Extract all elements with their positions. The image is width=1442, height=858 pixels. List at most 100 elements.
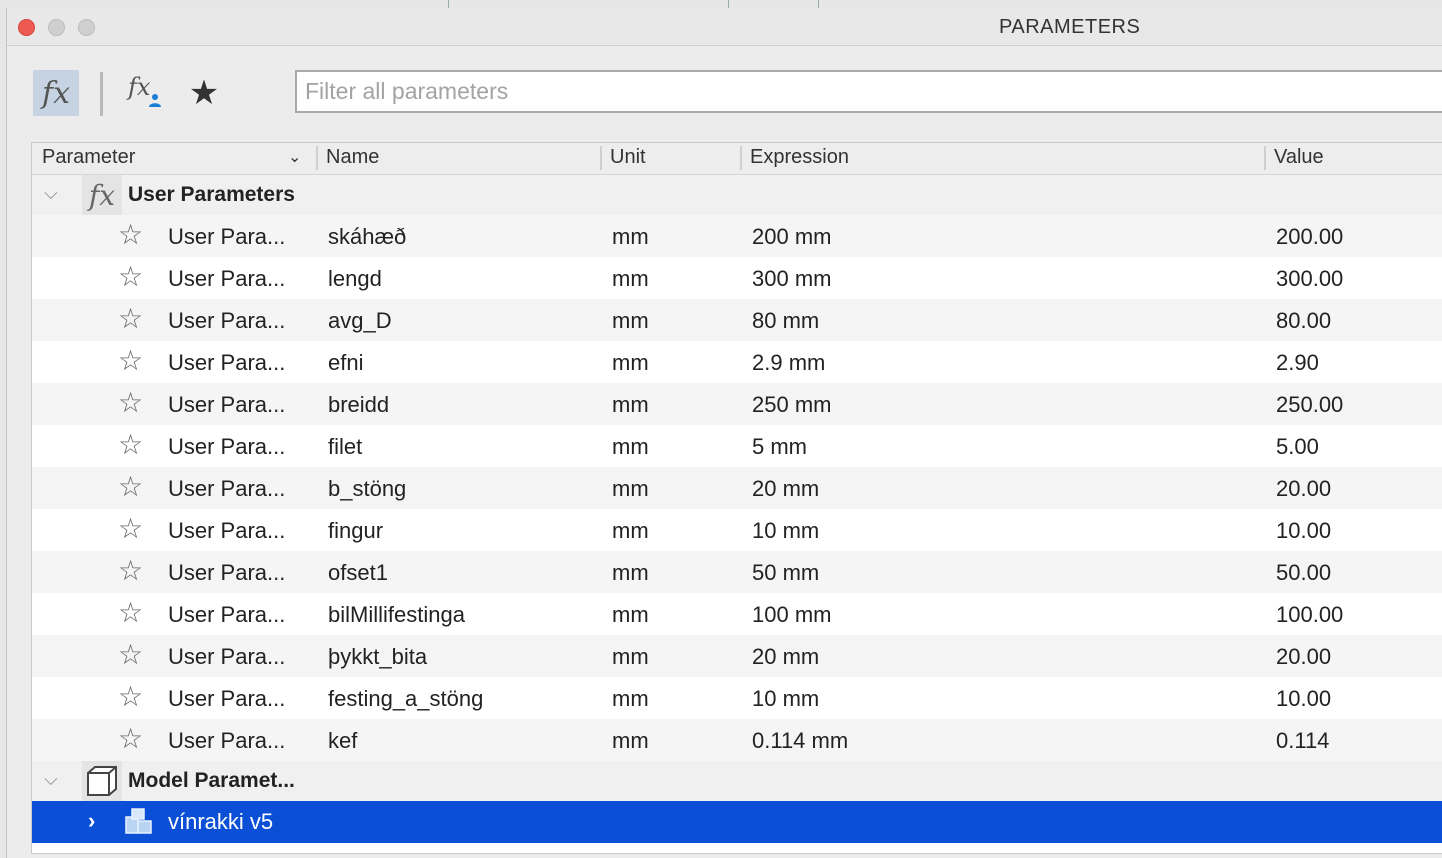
cell-unit[interactable]: mm bbox=[612, 602, 649, 628]
component-icon bbox=[124, 807, 154, 837]
cell-unit[interactable]: mm bbox=[612, 308, 649, 334]
cell-name[interactable]: þykkt_bita bbox=[328, 644, 427, 670]
cell-expression[interactable]: 20 mm bbox=[752, 644, 819, 670]
table-row[interactable]: ☆ User Para... avg_D mm 80 mm 80.00 bbox=[32, 299, 1442, 341]
favorite-star-icon[interactable]: ☆ bbox=[118, 473, 143, 501]
cell-name[interactable]: bilMillifestinga bbox=[328, 602, 465, 628]
cell-name[interactable]: avg_D bbox=[328, 308, 392, 334]
table-row[interactable]: ☆ User Para... kef mm 0.114 mm 0.114 bbox=[32, 719, 1442, 761]
minimize-window-button[interactable] bbox=[48, 19, 65, 36]
cell-expression[interactable]: 10 mm bbox=[752, 686, 819, 712]
cell-expression[interactable]: 0.114 mm bbox=[752, 728, 848, 754]
table-row[interactable]: ☆ User Para... fingur mm 10 mm 10.00 bbox=[32, 509, 1442, 551]
favorite-star-icon[interactable]: ☆ bbox=[118, 305, 143, 333]
cell-unit[interactable]: mm bbox=[612, 434, 649, 460]
cell-unit[interactable]: mm bbox=[612, 560, 649, 586]
cell-expression[interactable]: 2.9 mm bbox=[752, 350, 825, 376]
user-parameters-group[interactable]: ⌵ fx User Parameters bbox=[32, 175, 1442, 215]
favorite-star-icon[interactable]: ☆ bbox=[118, 347, 143, 375]
component-label: vínrakki v5 bbox=[168, 809, 274, 834]
cell-value: 300.00 bbox=[1276, 266, 1344, 291]
table-row[interactable]: ☆ User Para... bilMillifestinga mm 100 mm 100… bbox=[32, 593, 1442, 635]
cell-expression[interactable]: 80 mm bbox=[752, 308, 819, 334]
table-header: Parameter ⌄ Name Unit Expression Value bbox=[32, 143, 1442, 175]
cell-value: 20.00 bbox=[1276, 476, 1332, 501]
cell-unit[interactable]: mm bbox=[612, 686, 649, 712]
cell-name[interactable]: breidd bbox=[328, 392, 389, 418]
table-row[interactable]: ☆ User Para... festing_a_stöng mm 10 mm 10.00 bbox=[32, 677, 1442, 719]
column-header-expression[interactable]: Expression bbox=[750, 146, 849, 169]
cell-unit[interactable]: mm bbox=[612, 350, 649, 376]
close-window-button[interactable] bbox=[18, 19, 35, 36]
column-header-value[interactable]: Value bbox=[1274, 146, 1324, 169]
cell-name[interactable]: b_stöng bbox=[328, 476, 406, 502]
favorite-star-icon[interactable]: ☆ bbox=[118, 599, 143, 627]
cell-parameter: User Para... bbox=[168, 434, 286, 459]
favorites-filter-button[interactable]: ★ bbox=[181, 70, 227, 116]
cell-name[interactable]: kef bbox=[328, 728, 357, 754]
chevron-right-icon[interactable]: › bbox=[88, 808, 95, 834]
cell-expression[interactable]: 250 mm bbox=[752, 392, 831, 418]
toolbar-divider bbox=[100, 72, 103, 116]
cell-name[interactable]: skáhæð bbox=[328, 224, 406, 250]
cell-expression[interactable]: 10 mm bbox=[752, 518, 819, 544]
cell-name[interactable]: lengd bbox=[328, 266, 382, 292]
filter-parameters-input[interactable] bbox=[295, 70, 1442, 113]
chevron-down-icon[interactable]: ⌵ bbox=[44, 769, 58, 790]
title-bar: PARAMETERS bbox=[7, 8, 1442, 46]
favorite-star-icon[interactable]: ☆ bbox=[118, 263, 143, 291]
zoom-window-button[interactable] bbox=[78, 19, 95, 36]
chevron-down-icon[interactable]: ⌄ bbox=[288, 147, 301, 167]
window-title: PARAMETERS bbox=[999, 16, 1141, 38]
cell-expression[interactable]: 300 mm bbox=[752, 266, 831, 292]
cell-name[interactable]: ofset1 bbox=[328, 560, 388, 586]
column-header-parameter[interactable]: Parameter bbox=[42, 146, 135, 169]
cell-parameter: User Para... bbox=[168, 308, 286, 333]
column-divider[interactable] bbox=[600, 146, 602, 170]
table-row[interactable]: ☆ User Para... skáhæð mm 200 mm 200.00 bbox=[32, 215, 1442, 257]
table-row[interactable]: ☆ User Para... breidd mm 250 mm 250.00 bbox=[32, 383, 1442, 425]
cell-unit[interactable]: mm bbox=[612, 224, 649, 250]
all-parameters-button[interactable]: fx bbox=[33, 70, 79, 116]
chevron-down-icon[interactable]: ⌵ bbox=[44, 183, 58, 204]
table-row[interactable]: ☆ User Para... lengd mm 300 mm 300.00 bbox=[32, 257, 1442, 299]
cell-value: 0.114 bbox=[1276, 728, 1330, 753]
table-row[interactable]: ☆ User Para... efni mm 2.9 mm 2.90 bbox=[32, 341, 1442, 383]
table-row[interactable]: ☆ User Para... b_stöng mm 20 mm 20.00 bbox=[32, 467, 1442, 509]
favorite-star-icon[interactable]: ☆ bbox=[118, 515, 143, 543]
cell-expression[interactable]: 50 mm bbox=[752, 560, 819, 586]
cell-expression[interactable]: 20 mm bbox=[752, 476, 819, 502]
cell-name[interactable]: efni bbox=[328, 350, 363, 376]
cell-expression[interactable]: 5 mm bbox=[752, 434, 807, 460]
cell-unit[interactable]: mm bbox=[612, 476, 649, 502]
favorite-star-icon[interactable]: ☆ bbox=[118, 221, 143, 249]
cell-name[interactable]: fingur bbox=[328, 518, 383, 544]
favorite-star-icon[interactable]: ☆ bbox=[118, 431, 143, 459]
table-row[interactable]: ☆ User Para... filet mm 5 mm 5.00 bbox=[32, 425, 1442, 467]
favorite-star-icon[interactable]: ☆ bbox=[118, 683, 143, 711]
column-divider[interactable] bbox=[1264, 146, 1266, 170]
cell-unit[interactable]: mm bbox=[612, 392, 649, 418]
favorite-star-icon[interactable]: ☆ bbox=[118, 725, 143, 753]
cell-unit[interactable]: mm bbox=[612, 644, 649, 670]
user-parameters-filter-button[interactable]: fx bbox=[123, 70, 169, 116]
cell-name[interactable]: festing_a_stöng bbox=[328, 686, 483, 712]
column-divider[interactable] bbox=[740, 146, 742, 170]
favorite-star-icon[interactable]: ☆ bbox=[118, 557, 143, 585]
cell-expression[interactable]: 200 mm bbox=[752, 224, 831, 250]
favorite-star-icon[interactable]: ☆ bbox=[118, 389, 143, 417]
component-row-selected[interactable]: › vínrakki v5 bbox=[32, 801, 1442, 843]
column-divider[interactable] bbox=[316, 146, 318, 170]
favorite-star-icon[interactable]: ☆ bbox=[118, 641, 143, 669]
cell-unit[interactable]: mm bbox=[612, 266, 649, 292]
cell-name[interactable]: filet bbox=[328, 434, 362, 460]
table-row[interactable]: ☆ User Para... ofset1 mm 50 mm 50.00 bbox=[32, 551, 1442, 593]
model-parameters-group[interactable]: ⌵ Model Paramet... bbox=[32, 761, 1442, 801]
cell-value: 2.90 bbox=[1276, 350, 1319, 375]
cell-unit[interactable]: mm bbox=[612, 518, 649, 544]
column-header-name[interactable]: Name bbox=[326, 146, 379, 169]
cell-unit[interactable]: mm bbox=[612, 728, 649, 754]
cell-expression[interactable]: 100 mm bbox=[752, 602, 831, 628]
column-header-unit[interactable]: Unit bbox=[610, 146, 646, 169]
table-row[interactable]: ☆ User Para... þykkt_bita mm 20 mm 20.00 bbox=[32, 635, 1442, 677]
